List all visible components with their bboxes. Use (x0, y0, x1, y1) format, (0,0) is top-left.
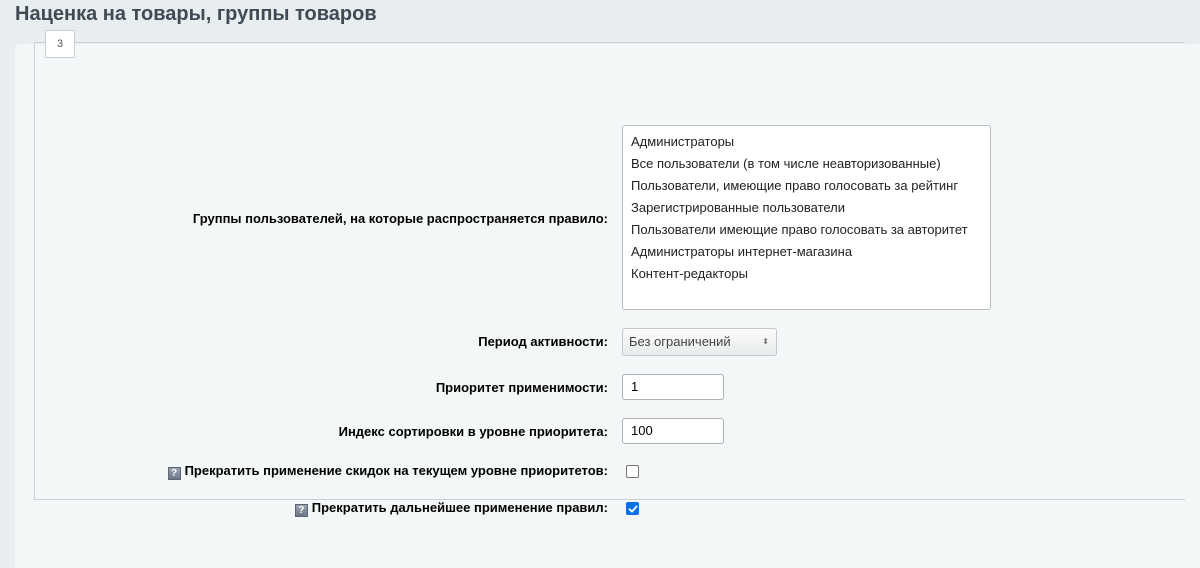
up-down-arrows-icon: ⬍ (762, 337, 769, 346)
priority-input[interactable]: 1 (622, 374, 724, 400)
sort-index-input[interactable]: 100 (622, 418, 724, 444)
form-fieldset (34, 42, 1185, 500)
stop-discounts-level-text: Прекратить применение скидок на текущем … (184, 463, 608, 478)
user-group-option[interactable]: Контент-редакторы (631, 263, 990, 285)
user-group-option[interactable]: Администраторы интернет-магазина (631, 241, 990, 263)
sort-index-label: Индекс сортировки в уровне приоритета: (338, 424, 608, 439)
user-groups-listbox[interactable]: Администраторы Все пользователи (в том ч… (622, 125, 991, 310)
stop-further-rules-checkbox[interactable] (626, 502, 639, 515)
stop-further-rules-text: Прекратить дальнейшее применение правил: (311, 500, 608, 515)
activity-period-label: Период активности: (478, 334, 608, 349)
user-groups-label: Группы пользователей, на которые распрос… (192, 211, 608, 226)
page-title: Наценка на товары, группы товаров (15, 3, 377, 25)
help-icon[interactable]: ? (167, 467, 181, 480)
checkmark-icon (628, 505, 638, 513)
stop-discounts-level-label: ? Прекратить применение скидок на текущем… (167, 463, 608, 480)
user-group-option[interactable]: Пользователи, имеющие право голосовать з… (631, 175, 990, 197)
user-group-option[interactable]: Зарегистрированные пользователи (631, 197, 990, 219)
activity-period-value: Без ограничений (629, 334, 731, 349)
user-group-option[interactable]: Все пользователи (в том числе неавторизо… (631, 153, 990, 175)
activity-period-select[interactable]: Без ограничений ⬍ (622, 328, 777, 356)
priority-label: Приоритет применимости: (435, 380, 608, 395)
stop-discounts-level-checkbox[interactable] (626, 465, 639, 478)
user-group-option[interactable]: Администраторы (631, 131, 990, 153)
user-group-option[interactable]: Пользователи имеющие право голосовать за… (631, 219, 990, 241)
help-icon[interactable]: ? (294, 504, 308, 517)
stop-further-rules-label: ? Прекратить дальнейшее применение правил… (294, 500, 608, 517)
fieldset-legend: 3 (45, 30, 75, 58)
